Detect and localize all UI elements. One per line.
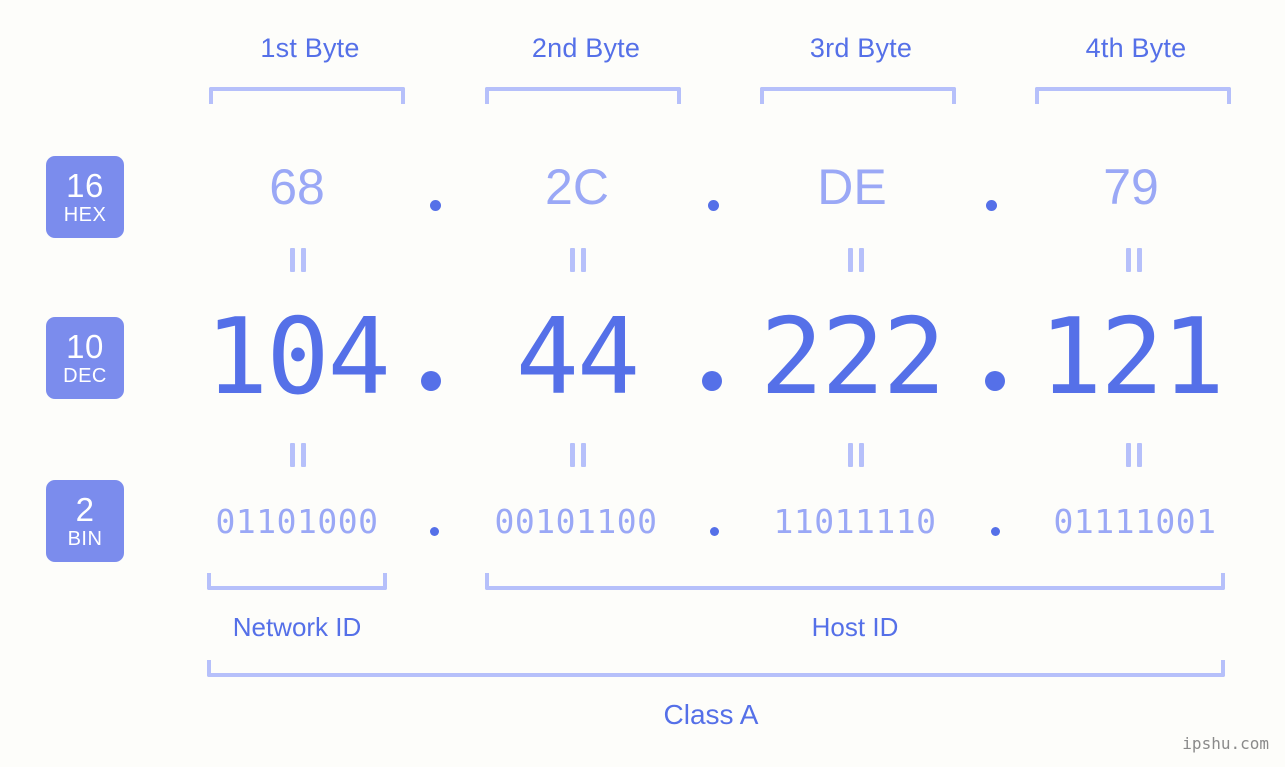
byte-bracket-top-4 — [1035, 87, 1231, 104]
equals-connector-hex-dec-1 — [289, 248, 307, 272]
badge-dec-number: 10 — [66, 328, 104, 365]
badge-bin-number: 2 — [75, 491, 95, 528]
bin-dot-separator-1 — [430, 527, 439, 536]
hex-dot-separator-3 — [986, 200, 997, 211]
hex-dot-separator-2 — [708, 200, 719, 211]
host-id-bracket — [485, 573, 1225, 590]
dec-byte-4: 121 — [1039, 296, 1225, 418]
equals-connector-dec-bin-1 — [289, 443, 307, 467]
dec-dot-separator-1 — [421, 371, 441, 391]
bin-dot-separator-2 — [710, 527, 719, 536]
bin-byte-1: 01101000 — [215, 502, 379, 541]
network-id-label: Network ID — [232, 612, 362, 642]
hex-byte-3: DE — [817, 159, 887, 215]
equals-connector-hex-dec-4 — [1125, 248, 1143, 272]
ip-breakdown-diagram: 1st Byte 2nd Byte 3rd Byte 4th Byte 16 H… — [0, 0, 1285, 767]
hex-dot-separator-1 — [430, 200, 441, 211]
badge-dec-system: DEC — [63, 365, 107, 387]
badge-dec: 10 DEC — [46, 317, 124, 399]
equals-connector-dec-bin-2 — [569, 443, 587, 467]
badge-bin: 2 BIN — [46, 480, 124, 562]
equals-connector-dec-bin-4 — [1125, 443, 1143, 467]
byte-bracket-top-1 — [209, 87, 405, 104]
equals-connector-dec-bin-3 — [847, 443, 865, 467]
dec-byte-3: 222 — [760, 296, 946, 418]
badge-hex-number: 16 — [66, 167, 104, 204]
dec-byte-2: 44 — [515, 296, 640, 418]
bin-byte-4: 01111001 — [1053, 502, 1217, 541]
bin-byte-2: 00101100 — [494, 502, 658, 541]
equals-connector-hex-dec-3 — [847, 248, 865, 272]
byte-header-4: 4th Byte — [1085, 33, 1187, 63]
byte-bracket-top-3 — [760, 87, 956, 104]
bin-byte-3: 11011110 — [773, 502, 937, 541]
network-id-bracket — [207, 573, 387, 590]
byte-header-1: 1st Byte — [260, 33, 360, 63]
badge-hex-system: HEX — [63, 204, 107, 226]
byte-bracket-top-2 — [485, 87, 681, 104]
dec-dot-separator-2 — [702, 371, 722, 391]
class-bracket — [207, 660, 1225, 677]
dec-dot-separator-3 — [985, 371, 1005, 391]
site-watermark: ipshu.com — [1182, 734, 1269, 753]
hex-byte-2: 2C — [545, 159, 609, 215]
equals-connector-hex-dec-2 — [569, 248, 587, 272]
badge-hex: 16 HEX — [46, 156, 124, 238]
byte-header-3: 3rd Byte — [809, 33, 913, 63]
hex-byte-1: 68 — [269, 159, 325, 215]
badge-bin-system: BIN — [67, 528, 103, 550]
byte-header-2: 2nd Byte — [531, 33, 641, 63]
host-id-label: Host ID — [811, 612, 899, 642]
hex-byte-4: 79 — [1103, 159, 1159, 215]
bin-dot-separator-3 — [991, 527, 1000, 536]
class-label: Class A — [663, 699, 759, 730]
dec-byte-1: 104 — [205, 296, 391, 418]
